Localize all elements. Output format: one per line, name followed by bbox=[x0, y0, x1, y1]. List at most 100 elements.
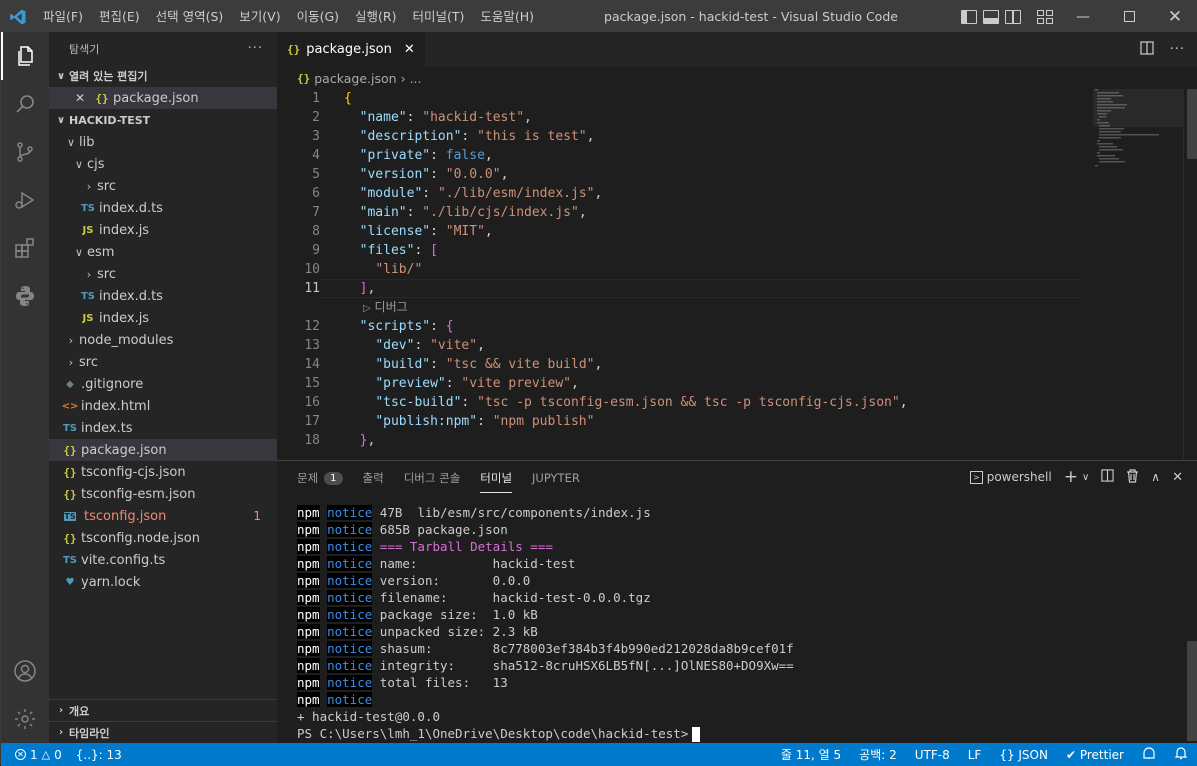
bracket-count[interactable]: {..}: 13 bbox=[76, 748, 122, 762]
open-editor-item[interactable]: ✕ {} package.json bbox=[49, 87, 277, 109]
breadcrumb-file[interactable]: package.json bbox=[314, 71, 396, 86]
tab-jupyter[interactable]: JUPYTER bbox=[532, 471, 580, 485]
prettier-status[interactable]: ✔ Prettier bbox=[1066, 748, 1124, 762]
code-text: "lib/" bbox=[375, 262, 423, 277]
tree-folder-lib[interactable]: ∨ lib bbox=[49, 131, 277, 153]
close-panel-icon[interactable]: ✕ bbox=[1172, 470, 1183, 485]
project-section[interactable]: ∨ HACKID-TEST bbox=[49, 109, 277, 131]
tree-file-index-js[interactable]: JS index.js bbox=[49, 307, 277, 329]
npm-tag: npm bbox=[297, 641, 320, 656]
explorer-more-actions[interactable]: ··· bbox=[248, 41, 263, 56]
customize-layout-icon[interactable] bbox=[1037, 9, 1053, 24]
tree-file-tsconfig-esm-json[interactable]: {} tsconfig-esm.json bbox=[49, 483, 277, 505]
extensions-icon[interactable] bbox=[1, 224, 49, 272]
explorer-header: 탐색기 ··· bbox=[49, 32, 277, 65]
code-line: 10 "lib/" bbox=[277, 260, 1197, 279]
menu-file[interactable]: 파일(F) bbox=[35, 1, 91, 32]
code-text: "license": "MIT", bbox=[359, 224, 493, 239]
maximize-panel-icon[interactable]: ∧ bbox=[1151, 470, 1160, 484]
split-terminal-icon[interactable] bbox=[1101, 469, 1114, 485]
maximize-icon[interactable] bbox=[1106, 1, 1152, 32]
menu-go[interactable]: 이동(G) bbox=[289, 1, 347, 32]
tree-file-gitignore[interactable]: ◆ .gitignore bbox=[49, 373, 277, 395]
toggle-sidebar-icon[interactable] bbox=[961, 9, 977, 24]
menu-selection[interactable]: 선택 영역(S) bbox=[148, 1, 232, 32]
tab-problems[interactable]: 문제 1 bbox=[297, 470, 343, 486]
notice-tag: notice bbox=[327, 505, 373, 520]
line-number: 2 bbox=[312, 110, 320, 125]
breadcrumb: {} package.json › ... bbox=[277, 67, 1197, 89]
more-actions-icon[interactable]: ··· bbox=[1170, 42, 1185, 57]
tab-debug-console[interactable]: 디버그 콘솔 bbox=[404, 470, 461, 486]
panel-tabs: 문제 1 출력 디버그 콘솔 터미널 JUPYTER > powershell … bbox=[277, 461, 1197, 493]
menu-terminal[interactable]: 터미널(T) bbox=[405, 1, 473, 32]
code-view[interactable]: 1{ 2 "name": "hackid-test", 3 "descripti… bbox=[277, 89, 1197, 450]
new-terminal-icon[interactable]: + bbox=[1064, 467, 1078, 487]
chevron-down-icon[interactable]: ∨ bbox=[1082, 472, 1089, 483]
cursor-position[interactable]: 줄 11, 열 5 bbox=[781, 746, 841, 763]
tab-terminal[interactable]: 터미널 bbox=[480, 470, 513, 493]
terminal-scrollbar[interactable] bbox=[1187, 641, 1197, 741]
minimize-icon[interactable]: — bbox=[1060, 1, 1106, 32]
editor-scrollbar[interactable] bbox=[1183, 89, 1197, 460]
menu-run[interactable]: 실행(R) bbox=[347, 1, 404, 32]
python-icon[interactable] bbox=[1, 272, 49, 320]
tree-file-vite-config-ts[interactable]: TS vite.config.ts bbox=[49, 549, 277, 571]
toggle-secondary-sidebar-icon[interactable] bbox=[1005, 9, 1021, 24]
open-editors-section[interactable]: ∨ 열려 있는 편집기 bbox=[49, 65, 277, 87]
close-tab-icon[interactable]: ✕ bbox=[404, 42, 415, 57]
tree-file-index-d-ts[interactable]: TS index.d.ts bbox=[49, 197, 277, 219]
explorer-icon[interactable] bbox=[1, 32, 49, 80]
outline-section[interactable]: › 개요 bbox=[49, 699, 277, 721]
tree-folder-cjs[interactable]: ∨ cjs bbox=[49, 153, 277, 175]
tree-file-index-ts[interactable]: TS index.ts bbox=[49, 417, 277, 439]
tree-file-tsconfig-json[interactable]: TS tsconfig.json 1 bbox=[49, 505, 277, 527]
tree-file-index-js[interactable]: JS index.js bbox=[49, 219, 277, 241]
trash-icon[interactable] bbox=[1126, 468, 1139, 486]
source-control-icon[interactable] bbox=[1, 128, 49, 176]
tree-file-index-d-ts[interactable]: TS index.d.ts bbox=[49, 285, 277, 307]
codelens-debug[interactable]: ▷ 디버그 bbox=[277, 298, 1197, 317]
tree-file-index-html[interactable]: <> index.html bbox=[49, 395, 277, 417]
split-editor-icon[interactable] bbox=[1139, 40, 1154, 59]
terminal-prompt: PS C:\Users\lmh_1\OneDrive\Desktop\code\… bbox=[297, 726, 689, 741]
language-mode[interactable]: {} JSON bbox=[999, 748, 1048, 762]
run-debug-icon[interactable] bbox=[1, 176, 49, 224]
notifications-icon[interactable] bbox=[1174, 746, 1188, 763]
problems-status[interactable]: ✕ 1 △ 0 bbox=[15, 748, 62, 762]
scrollbar-thumb[interactable] bbox=[1187, 89, 1197, 159]
indentation[interactable]: 공백: 2 bbox=[859, 746, 897, 763]
toggle-panel-icon[interactable] bbox=[983, 9, 999, 24]
tree-folder-esm[interactable]: ∨ esm bbox=[49, 241, 277, 263]
tree-folder-src[interactable]: › src bbox=[49, 175, 277, 197]
menu-view[interactable]: 보기(V) bbox=[231, 1, 288, 32]
account-icon[interactable] bbox=[1, 647, 49, 695]
tree-folder-src[interactable]: › src bbox=[49, 351, 277, 373]
feedback-icon[interactable] bbox=[1142, 746, 1156, 763]
search-icon[interactable] bbox=[1, 80, 49, 128]
tab-package-json[interactable]: {} package.json ✕ bbox=[277, 32, 425, 67]
menu-help[interactable]: 도움말(H) bbox=[472, 1, 542, 32]
close-window-icon[interactable]: ✕ bbox=[1152, 1, 1197, 32]
outline-label: 개요 bbox=[69, 704, 90, 718]
menu-edit[interactable]: 편집(E) bbox=[91, 1, 148, 32]
tree-file-yarn-lock[interactable]: ♥ yarn.lock bbox=[49, 571, 277, 593]
minimap[interactable] bbox=[1093, 89, 1183, 169]
tab-label: 터미널 bbox=[480, 471, 513, 485]
tree-file-tsconfig-node-json[interactable]: {} tsconfig.node.json bbox=[49, 527, 277, 549]
tab-output[interactable]: 출력 bbox=[363, 470, 384, 486]
tree-folder-src[interactable]: › src bbox=[49, 263, 277, 285]
close-icon[interactable]: ✕ bbox=[75, 91, 93, 105]
tree-file-package-json[interactable]: {} package.json bbox=[49, 439, 277, 461]
encoding[interactable]: UTF-8 bbox=[915, 748, 950, 762]
breadcrumb-more[interactable]: ... bbox=[410, 71, 422, 86]
terminal-output[interactable]: npm notice 47B lib/esm/src/components/in… bbox=[297, 504, 794, 742]
tree-folder-node-modules[interactable]: › node_modules bbox=[49, 329, 277, 351]
terminal-instance[interactable]: > powershell bbox=[970, 470, 1052, 484]
npm-tag: npm bbox=[297, 624, 320, 639]
tree-file-tsconfig-cjs-json[interactable]: {} tsconfig-cjs.json bbox=[49, 461, 277, 483]
json-file-icon: {} bbox=[287, 43, 301, 56]
settings-gear-icon[interactable] bbox=[1, 695, 49, 743]
end-of-line[interactable]: LF bbox=[968, 748, 982, 762]
timeline-section[interactable]: › 타임라인 bbox=[49, 721, 277, 743]
